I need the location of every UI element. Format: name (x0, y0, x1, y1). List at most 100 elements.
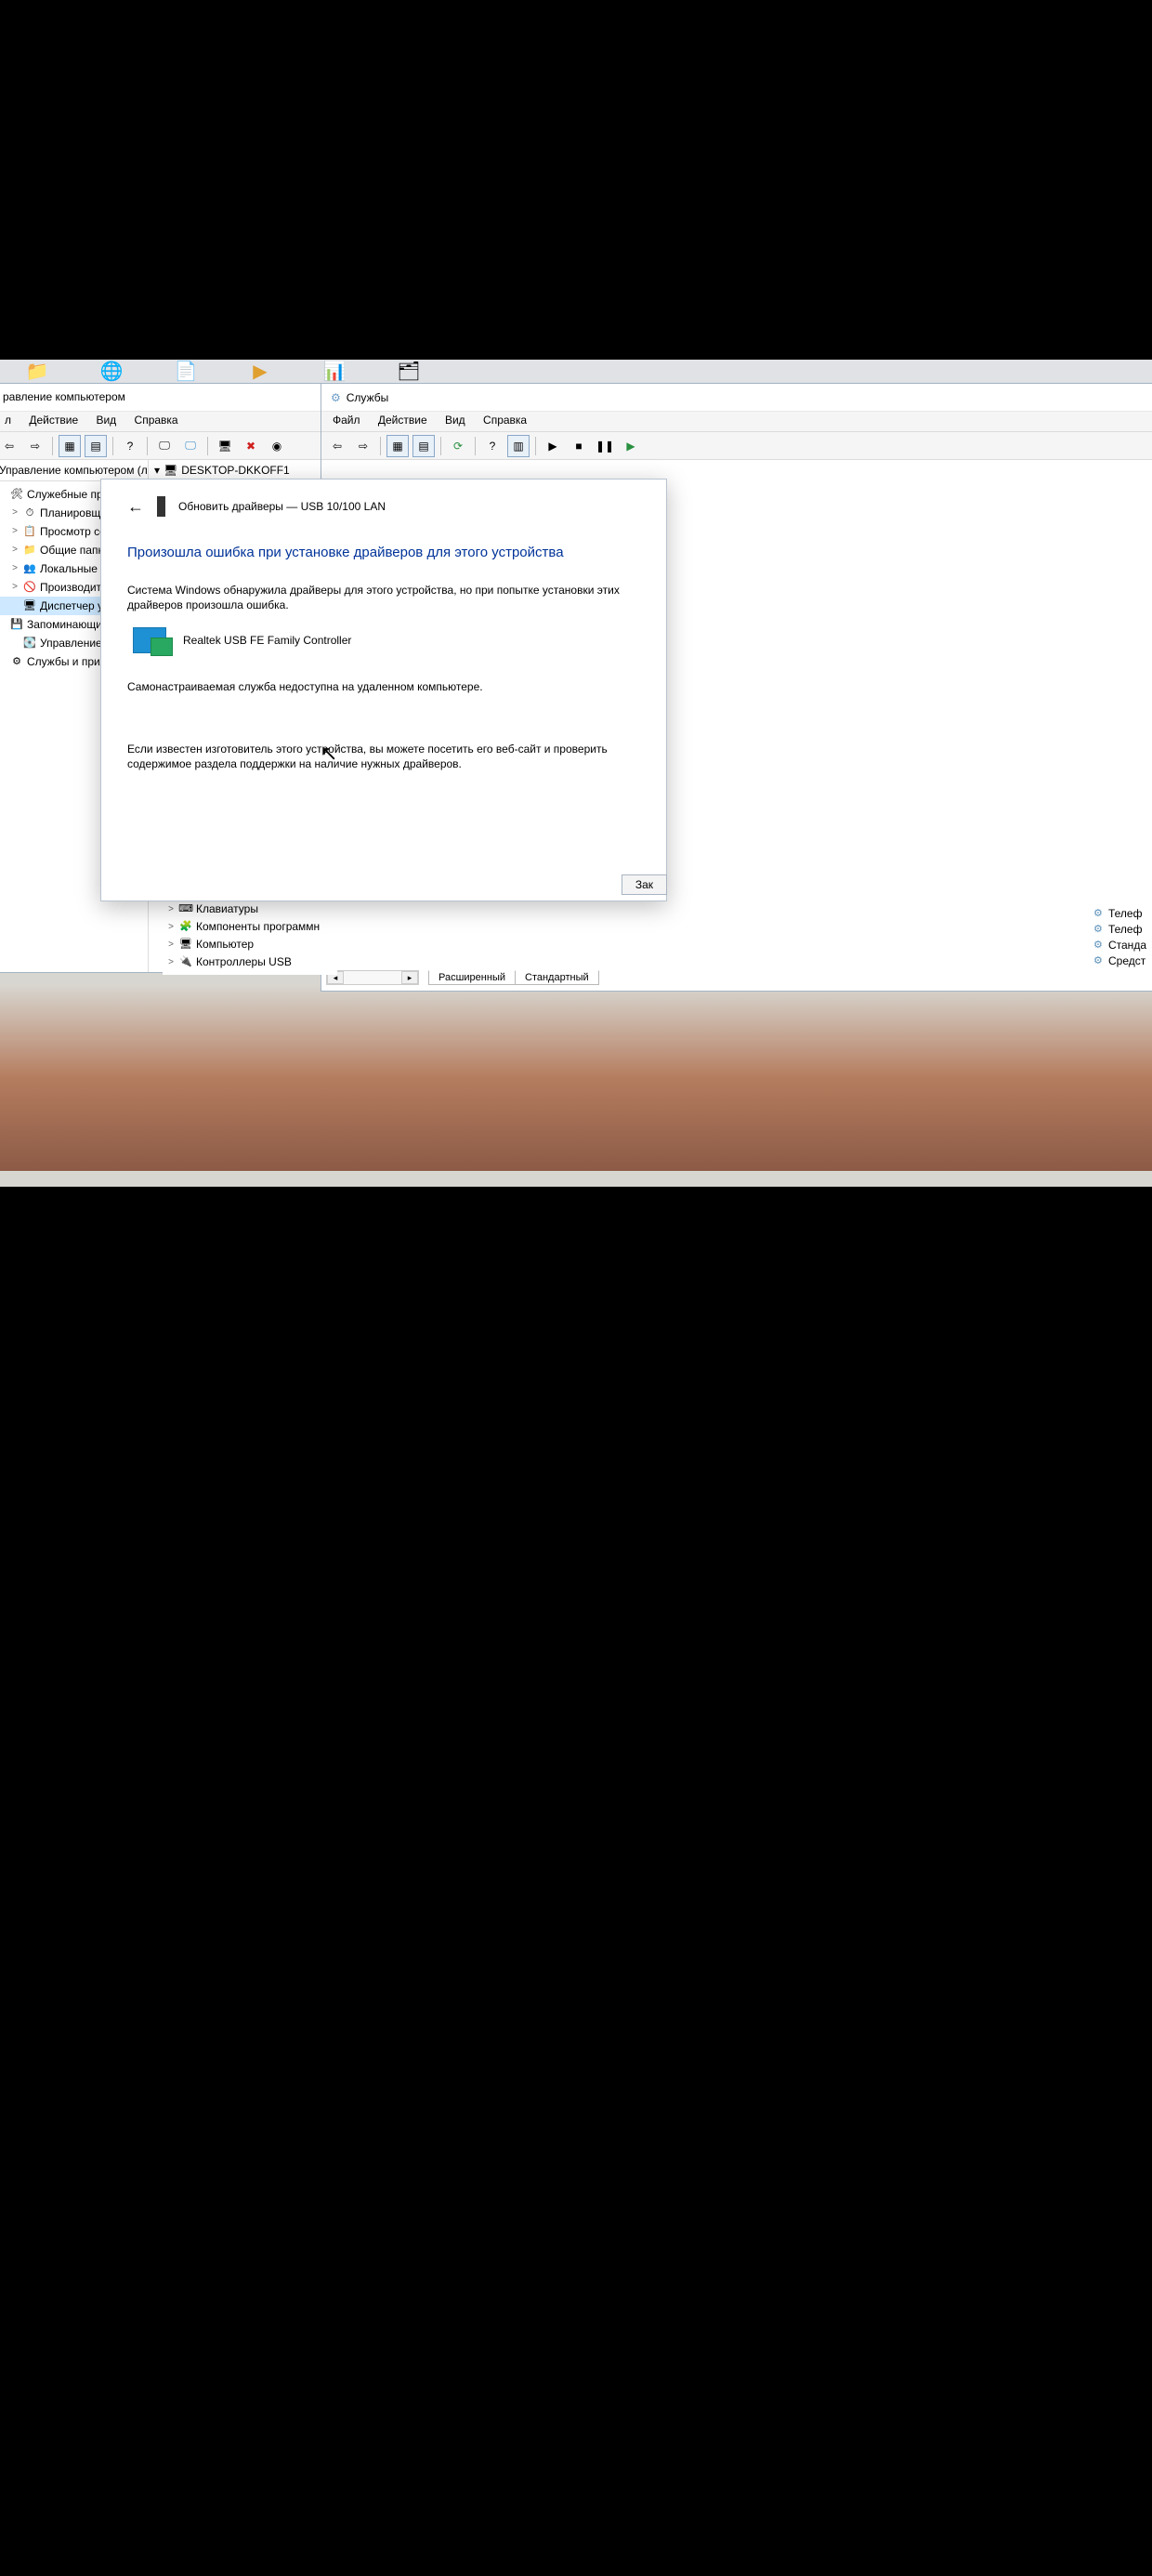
window-title: равление компьютером (0, 384, 321, 412)
expand-icon[interactable]: > (10, 579, 20, 596)
scroll-right-icon[interactable]: ▸ (401, 971, 418, 984)
tree-item-icon: 🖥 (23, 599, 36, 612)
expand-icon[interactable]: > (10, 560, 20, 577)
toolbar-scan-icon[interactable]: 🖥 (214, 435, 236, 457)
menubar: Файл Действие Вид Справка (321, 412, 1152, 432)
expand-icon[interactable]: > (166, 937, 176, 953)
service-label: Телеф (1108, 922, 1142, 938)
tree-item-label: Запоминающие (27, 616, 109, 633)
device-icon: 🔌 (179, 956, 192, 969)
toolbar-refresh-icon[interactable]: ⟳ (447, 435, 469, 457)
menubar: л Действие Вид Справка (0, 412, 321, 432)
device-label: Контроллеры USB (196, 954, 292, 970)
device-tree-item[interactable]: >🖥Компьютер (166, 936, 334, 953)
device-label: Клавиатуры (196, 901, 258, 917)
tree-item-icon: 📋 (23, 525, 36, 538)
tree-item-label: Диспетчер у (40, 598, 103, 614)
toolbar-list-icon[interactable]: ▤ (412, 435, 435, 457)
nav-fwd-icon[interactable]: ⇨ (24, 435, 46, 457)
menu-file[interactable]: л (0, 414, 19, 427)
computer-tower-icon (157, 496, 165, 517)
service-item[interactable]: ⚙Станда (1092, 938, 1146, 953)
tab-extended[interactable]: Расширенный (428, 970, 516, 985)
device-tree-item[interactable]: >🔌 Контроллеры USB (166, 953, 334, 971)
service-item[interactable]: ⚙Телеф (1092, 922, 1146, 938)
nav-back-icon[interactable]: ⇦ (0, 435, 20, 457)
dialog-breadcrumb: Обновить драйверы — USB 10/100 LAN (178, 500, 386, 513)
hint-text: Если известен изготовитель этого устройс… (127, 742, 640, 771)
tree-item-icon: 💾 (10, 618, 23, 631)
expand-icon[interactable]: > (166, 919, 176, 935)
desktop-icon-strip: 📁🌐📄▶📊🗂 (0, 360, 1152, 383)
computer-icon: 🖥 (164, 464, 177, 477)
gear-icon: ⚙ (1092, 908, 1105, 921)
tree-item-icon: ⏱ (23, 506, 36, 519)
tree-item-label: Просмотр сс (40, 523, 105, 540)
device-tree-item[interactable]: >⌨Клавиатуры (166, 900, 334, 918)
pause-icon[interactable]: ❚❚ (594, 435, 616, 457)
toolbar-monitor-icon[interactable]: 🖵 (153, 435, 176, 457)
tree-item-label: Планировщ (40, 505, 100, 521)
toolbar-enable-icon[interactable]: ◉ (266, 435, 288, 457)
tree-item-label: Локальные п (40, 560, 107, 577)
update-driver-dialog: ← Обновить драйверы — USB 10/100 LAN Про… (100, 479, 667, 901)
menu-view[interactable]: Вид (88, 414, 124, 427)
menu-action[interactable]: Действие (371, 414, 435, 427)
horizontal-scrollbar[interactable]: ◂ ▸ (326, 970, 419, 985)
device-tree-item[interactable]: >🧩 Компоненты программн (166, 918, 334, 936)
toolbar-help-icon[interactable]: ? (119, 435, 141, 457)
tree-item-label: Управление (40, 635, 102, 651)
service-label: Станда (1108, 938, 1146, 953)
menu-help[interactable]: Справка (127, 414, 186, 427)
menu-help[interactable]: Справка (476, 414, 534, 427)
menu-view[interactable]: Вид (438, 414, 473, 427)
toolbar-view-icon[interactable]: ▦ (386, 435, 409, 457)
menu-file[interactable]: Файл (325, 414, 368, 427)
tab-standard[interactable]: Стандартный (515, 970, 599, 985)
gear-icon: ⚙ (1092, 940, 1105, 953)
toolbar: ⇦ ⇨ ▦ ▤ ⟳ ? ▥ ▶ ■ ❚❚ ▶ (321, 432, 1152, 460)
device-tree-root[interactable]: DESKTOP-DKKOFF1 (181, 464, 289, 477)
device-tree-fragment: >⌨Клавиатуры>🧩Компоненты программн>🖥Комп… (163, 897, 337, 975)
tree-item-icon: ⚙ (10, 655, 23, 668)
restart-icon[interactable]: ▶ (620, 435, 642, 457)
device-label: Компоненты программн (196, 919, 320, 935)
nav-back-icon[interactable]: ⇦ (326, 435, 348, 457)
toolbar-props-icon[interactable]: ▥ (507, 435, 530, 457)
gear-icon: ⚙ (1092, 955, 1105, 968)
tree-item-icon: 💽 (23, 637, 36, 650)
view-tabs: Расширенный Стандартный (428, 970, 598, 985)
gear-icon: ⚙ (331, 391, 341, 404)
error-status-text: Самонастраиваемая служба недоступна на у… (127, 679, 640, 694)
toolbar-props-icon[interactable]: ▤ (85, 435, 107, 457)
tree-item-label: Производит (40, 579, 101, 596)
device-row: Realtek USB FE Family Controller (127, 627, 640, 653)
expand-icon[interactable]: > (166, 954, 176, 970)
service-item[interactable]: ⚙Средст (1092, 953, 1146, 969)
tree-item-icon: 👥 (23, 562, 36, 575)
service-item[interactable]: ⚙Телеф (1092, 906, 1146, 922)
toolbar-help-icon[interactable]: ? (481, 435, 504, 457)
play-icon[interactable]: ▶ (542, 435, 564, 457)
toolbar-screen-icon[interactable]: 🖵 (179, 435, 202, 457)
toolbar-view-icon[interactable]: ▦ (59, 435, 81, 457)
menu-action[interactable]: Действие (21, 414, 85, 427)
tree-item-icon: 🛠 (10, 488, 23, 501)
expand-icon[interactable]: > (10, 523, 20, 540)
close-button[interactable]: Зак (622, 874, 667, 895)
expand-icon[interactable]: > (166, 901, 176, 917)
photo-desk-surface (0, 985, 1152, 1171)
nav-fwd-icon[interactable]: ⇨ (352, 435, 374, 457)
back-arrow-icon[interactable]: ← (127, 497, 144, 517)
tree-item-label: Служебные про (27, 486, 109, 503)
tree-item-icon: 🚫 (23, 581, 36, 594)
expand-icon[interactable]: > (10, 542, 20, 559)
expand-icon[interactable]: ▾ (154, 464, 160, 477)
services-list: ⚙Телеф⚙Телеф⚙Станда⚙Средст (1086, 904, 1152, 971)
expand-icon[interactable]: > (10, 505, 20, 521)
toolbar-delete-icon[interactable]: ✖ (240, 435, 262, 457)
dialog-description: Система Windows обнаружила драйверы для … (127, 583, 640, 612)
device-label: Компьютер (196, 937, 254, 953)
stop-icon[interactable]: ■ (568, 435, 590, 457)
device-icon: 🧩 (179, 921, 192, 934)
